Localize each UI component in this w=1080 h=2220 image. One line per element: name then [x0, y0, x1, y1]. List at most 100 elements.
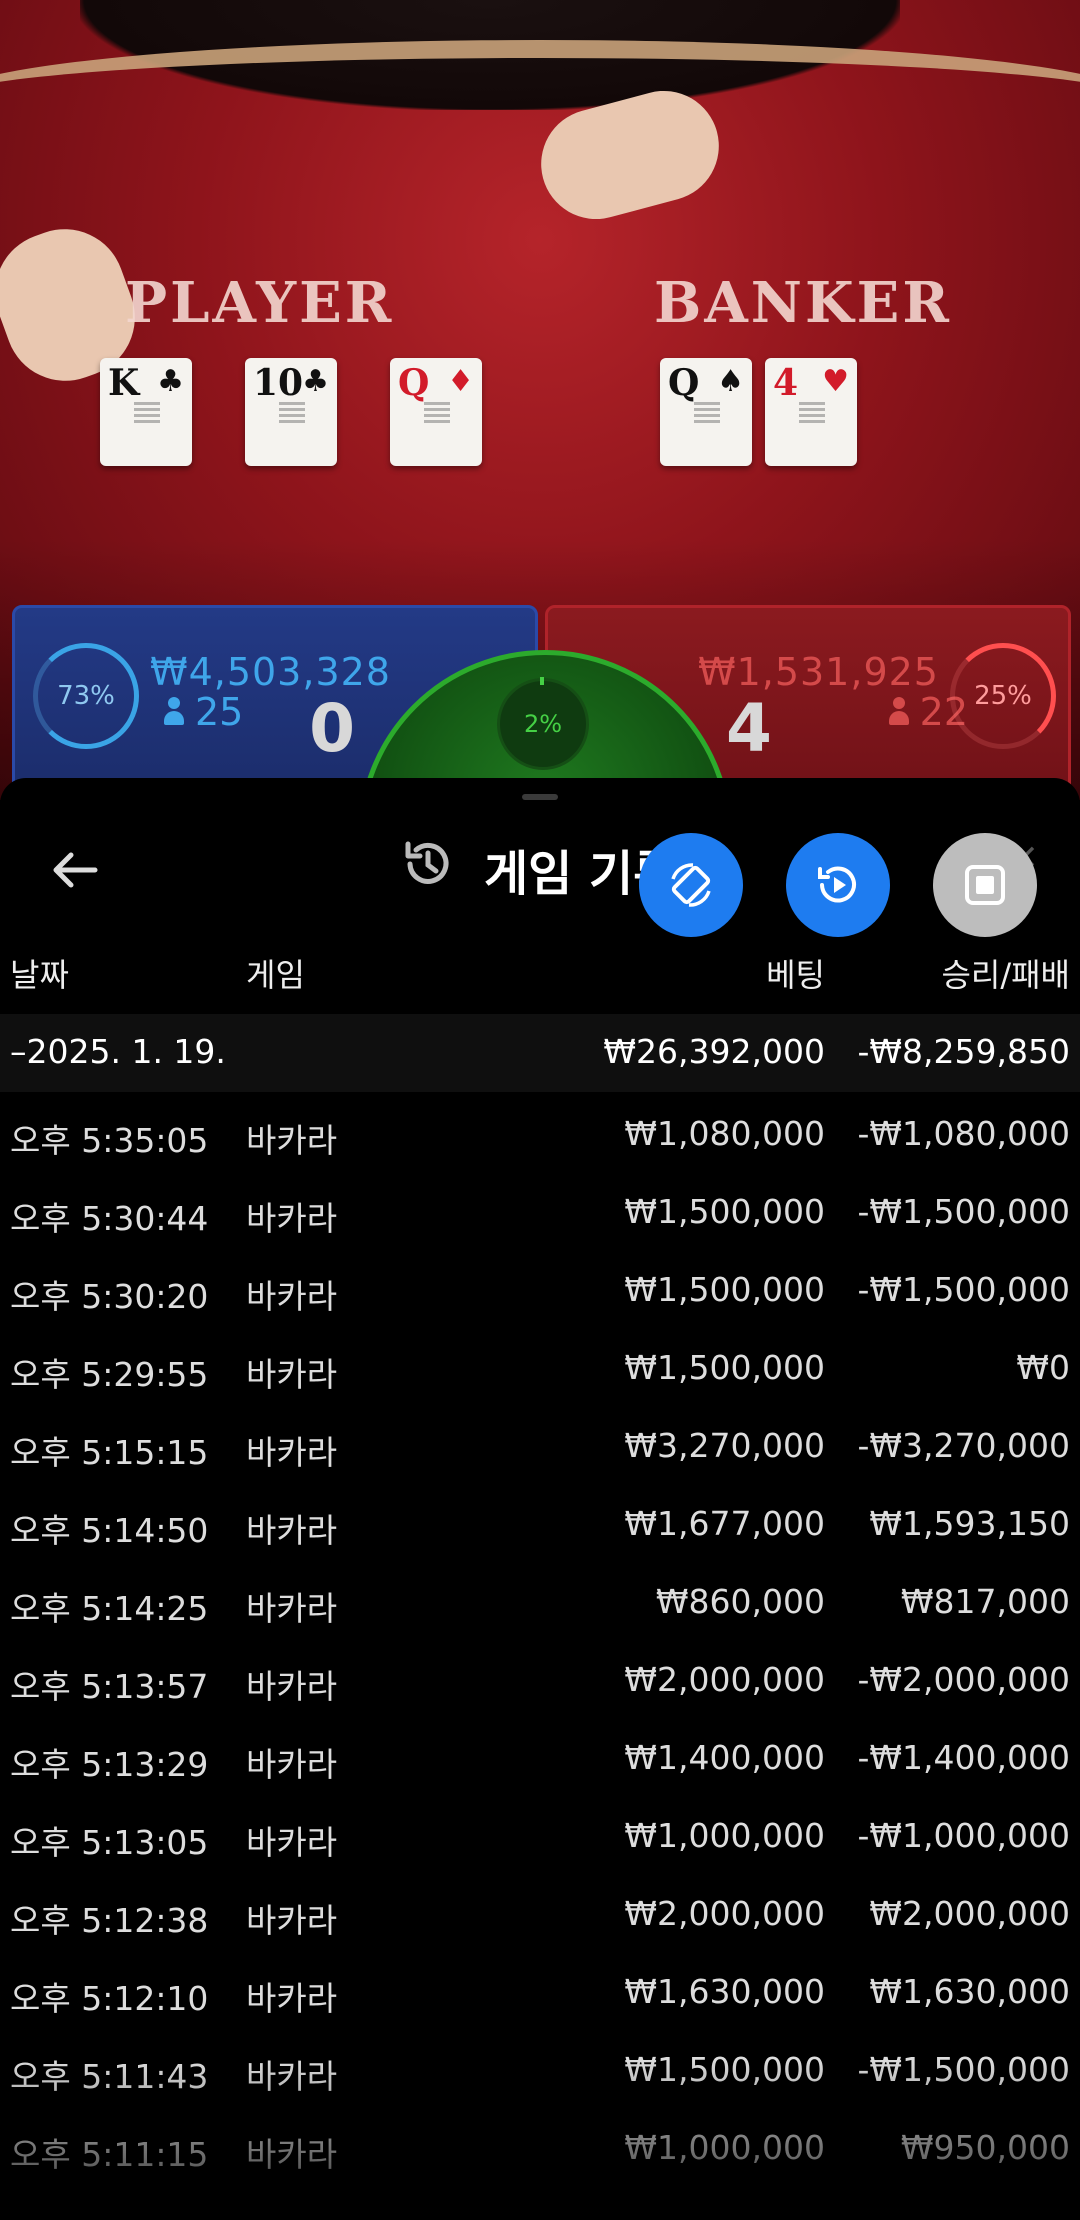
row-game: 바카라: [246, 1199, 338, 1238]
row-time: 오후 5:13:57: [10, 1667, 209, 1706]
replay-button[interactable]: [786, 833, 890, 937]
date-summary-row[interactable]: –2025. 1. 19. ₩26,392,000 -₩8,259,850: [0, 1014, 1080, 1092]
arrow-left-icon: [53, 852, 98, 888]
card-face-pattern: [279, 402, 305, 424]
row-win-loss: ₩1,630,000: [869, 1972, 1070, 2011]
summary-win-total: -₩8,259,850: [857, 1032, 1071, 1071]
history-row[interactable]: 오후 5:13:29 바카라 ₩1,400,000 -₩1,400,000: [0, 1722, 1080, 1800]
row-game: 바카라: [246, 1979, 338, 2018]
row-game: 바카라: [246, 1667, 338, 1706]
row-win-loss: ₩0: [1016, 1348, 1070, 1387]
history-row[interactable]: 오후 5:13:05 바카라 ₩1,000,000 -₩1,000,000: [0, 1800, 1080, 1878]
history-row[interactable]: 오후 5:11:15 바카라 ₩1,000,000 ₩950,000: [0, 2112, 1080, 2190]
player-score: 0: [309, 690, 355, 767]
row-time: 오후 5:13:05: [10, 1823, 209, 1862]
row-game: 바카라: [246, 2057, 338, 2096]
banker-side-label: BANKER: [654, 270, 952, 336]
card-face-pattern: [799, 402, 825, 424]
row-time: 오후 5:29:55: [10, 1355, 209, 1394]
stop-button[interactable]: [933, 833, 1037, 937]
row-win-loss: -₩2,000,000: [857, 1660, 1071, 1699]
row-time: 오후 5:12:10: [10, 1979, 209, 2018]
row-game: 바카라: [246, 1901, 338, 1940]
history-table: –2025. 1. 19. ₩26,392,000 -₩8,259,850 오후…: [0, 1014, 1080, 2190]
row-bet: ₩2,000,000: [624, 1660, 825, 1699]
card-face-pattern: [694, 402, 720, 424]
history-row[interactable]: 오후 5:35:05 바카라 ₩1,080,000 -₩1,080,000: [0, 1098, 1080, 1176]
row-bet: ₩1,500,000: [624, 2050, 825, 2089]
player-percent: 73%: [57, 681, 115, 711]
summary-bet-total: ₩26,392,000: [603, 1032, 825, 1071]
row-bet: ₩1,500,000: [624, 1192, 825, 1231]
row-time: 오후 5:11:43: [10, 2057, 209, 2096]
back-button[interactable]: [45, 840, 105, 900]
table-rail: [0, 40, 1080, 178]
rotate-screen-icon: [671, 863, 711, 907]
card-suit: ♣: [157, 364, 184, 399]
column-game[interactable]: 게임: [246, 950, 305, 996]
row-win-loss: ₩950,000: [900, 2128, 1070, 2167]
playing-card: 10 ♣: [245, 358, 337, 466]
row-time: 오후 5:13:29: [10, 1745, 209, 1784]
summary-date: –2025. 1. 19.: [10, 1032, 226, 1071]
row-time: 오후 5:11:15: [10, 2135, 209, 2174]
row-time: 오후 5:14:25: [10, 1589, 209, 1628]
row-win-loss: -₩1,500,000: [857, 2050, 1071, 2089]
row-game: 바카라: [246, 1277, 338, 1316]
card-suit: ♥: [822, 364, 849, 399]
row-time: 오후 5:35:05: [10, 1121, 209, 1160]
person-icon: [888, 697, 910, 727]
game-history-sheet: 게임 기록 ✕ 날짜 게임 베팅 승리/패배 –2025. 1. 19. ₩26…: [0, 778, 1080, 2220]
row-win-loss: -₩3,270,000: [857, 1426, 1071, 1465]
row-win-loss: ₩817,000: [900, 1582, 1070, 1621]
person-icon: [163, 697, 185, 727]
column-bet[interactable]: 베팅: [766, 950, 825, 996]
card-suit: ♠: [717, 364, 744, 399]
history-row[interactable]: 오후 5:14:50 바카라 ₩1,677,000 ₩1,593,150: [0, 1488, 1080, 1566]
row-win-loss: -₩1,000,000: [857, 1816, 1071, 1855]
history-row[interactable]: 오후 5:12:10 바카라 ₩1,630,000 ₩1,630,000: [0, 1956, 1080, 2034]
playing-card: Q ♦: [390, 358, 482, 466]
row-win-loss: -₩1,400,000: [857, 1738, 1071, 1777]
card-rank: K: [108, 362, 140, 404]
table-header: 날짜 게임 베팅 승리/패배: [0, 950, 1080, 1010]
card-face-pattern: [134, 402, 160, 424]
row-bet: ₩1,400,000: [624, 1738, 825, 1777]
row-time: 오후 5:12:38: [10, 1901, 209, 1940]
history-row[interactable]: 오후 5:14:25 바카라 ₩860,000 ₩817,000: [0, 1566, 1080, 1644]
row-bet: ₩1,500,000: [624, 1348, 825, 1387]
row-time: 오후 5:15:15: [10, 1433, 209, 1472]
history-row[interactable]: 오후 5:12:38 바카라 ₩2,000,000 ₩2,000,000: [0, 1878, 1080, 1956]
column-win-loss[interactable]: 승리/패배: [941, 950, 1070, 996]
row-time: 오후 5:30:44: [10, 1199, 209, 1238]
row-game: 바카라: [246, 1121, 338, 1160]
tie-percent: 2%: [523, 710, 563, 738]
row-win-loss: -₩1,500,000: [857, 1192, 1071, 1231]
sheet-drag-handle[interactable]: [522, 794, 558, 800]
stop-icon: [965, 865, 1005, 905]
history-clock-icon: [405, 841, 449, 884]
history-row[interactable]: 오후 5:13:57 바카라 ₩2,000,000 -₩2,000,000: [0, 1644, 1080, 1722]
row-win-loss: ₩2,000,000: [869, 1894, 1070, 1933]
row-bet: ₩1,000,000: [624, 1816, 825, 1855]
banker-percent: 25%: [974, 681, 1032, 711]
history-row[interactable]: 오후 5:30:44 바카라 ₩1,500,000 -₩1,500,000: [0, 1176, 1080, 1254]
tie-percent-ring: 2%: [497, 677, 589, 770]
row-game: 바카라: [246, 1589, 338, 1628]
history-row[interactable]: 오후 5:11:43 바카라 ₩1,500,000 -₩1,500,000: [0, 2034, 1080, 2112]
playing-card: K ♣: [100, 358, 192, 466]
row-win-loss: ₩1,593,150: [869, 1504, 1070, 1543]
column-date[interactable]: 날짜: [10, 950, 69, 996]
row-game: 바카라: [246, 1823, 338, 1862]
card-rank: 10: [253, 362, 304, 404]
history-row[interactable]: 오후 5:29:55 바카라 ₩1,500,000 ₩0: [0, 1332, 1080, 1410]
row-bet: ₩3,270,000: [624, 1426, 825, 1465]
history-row[interactable]: 오후 5:30:20 바카라 ₩1,500,000 -₩1,500,000: [0, 1254, 1080, 1332]
row-game: 바카라: [246, 1355, 338, 1394]
history-row[interactable]: 오후 5:15:15 바카라 ₩3,270,000 -₩3,270,000: [0, 1410, 1080, 1488]
rotate-screen-button[interactable]: [639, 833, 743, 937]
card-face-pattern: [424, 402, 450, 424]
player-bettor-count: 25: [163, 690, 243, 734]
row-bet: ₩1,677,000: [624, 1504, 825, 1543]
player-count-value: 25: [195, 690, 244, 734]
